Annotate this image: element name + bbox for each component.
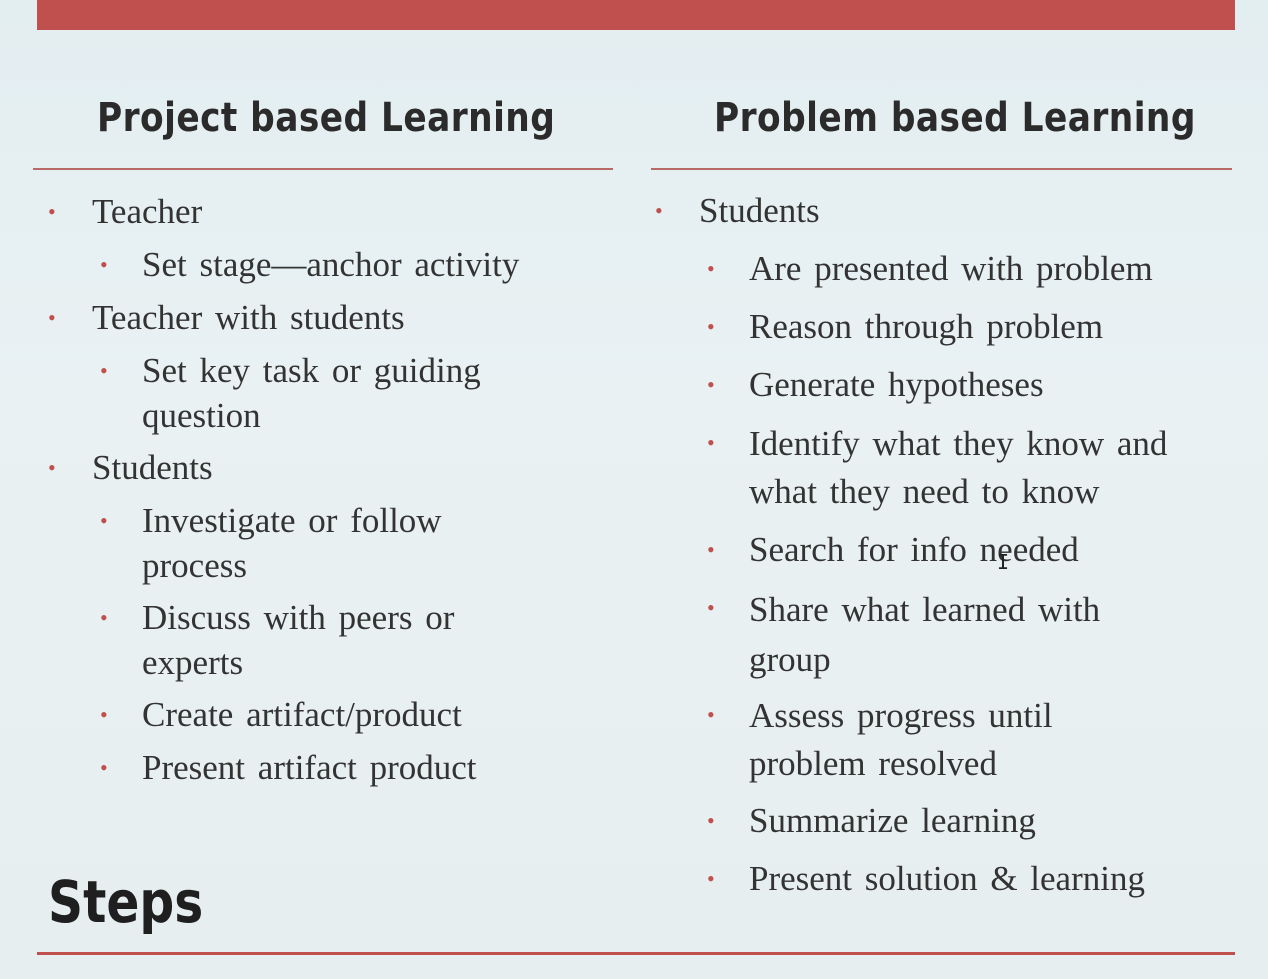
bullet-icon: •	[100, 508, 108, 533]
bullet-icon: •	[48, 455, 56, 480]
list-item-text: Share what learned with group	[749, 590, 1101, 679]
list-item-text: Create artifact/product	[142, 695, 462, 734]
list-item-text: Identify what they know and what they ne…	[749, 424, 1168, 511]
list-item-text: Search for info needed	[749, 530, 1079, 569]
list-item-text: Students	[92, 448, 213, 487]
list-item: • Students	[48, 445, 612, 490]
list-item: • Students	[655, 188, 1219, 233]
list-item: • Generate hypotheses	[707, 362, 1219, 407]
left-heading-divider	[33, 168, 613, 170]
slide-top-bar	[37, 0, 1235, 30]
bullet-icon: •	[100, 358, 108, 383]
list-item-text: Assess progress until problem resolved	[749, 696, 1053, 783]
list-item: • Assess progress until problem resolved	[707, 692, 1149, 788]
bullet-icon: •	[100, 755, 108, 780]
list-item-text: Discuss with peers or experts	[142, 598, 455, 682]
bullet-icon: •	[707, 808, 715, 833]
list-item: • Reason through problem	[707, 304, 1219, 349]
list-item: • Set stage—anchor activity	[100, 242, 602, 287]
list-item: • Teacher	[48, 189, 612, 234]
bullet-icon: •	[100, 605, 108, 630]
list-item: • Discuss with peers or experts	[100, 595, 522, 685]
list-item-text: Set stage—anchor activity	[142, 245, 520, 284]
bullet-icon: •	[707, 372, 715, 397]
list-item-text: Present artifact product	[142, 748, 477, 787]
bullet-icon: •	[100, 252, 108, 277]
list-item: • Are presented with problem	[707, 246, 1219, 291]
bullet-icon: •	[707, 314, 715, 339]
bullet-icon: •	[707, 256, 715, 281]
list-item: • Teacher with students	[48, 295, 612, 340]
list-item-text: Present solution & learning	[749, 859, 1145, 898]
bullet-icon: •	[707, 595, 715, 620]
bullet-icon: •	[707, 537, 715, 562]
list-item: • Summarize learning	[707, 798, 1219, 843]
list-item-text: Teacher	[92, 192, 203, 231]
list-item: • Identify what they know and what they …	[707, 420, 1224, 516]
steps-title: Steps	[48, 868, 204, 936]
list-item: • Share what learned with group	[707, 585, 1169, 685]
bullet-icon: •	[655, 198, 663, 223]
list-item: • Create artifact/product	[100, 692, 602, 737]
bullet-icon: •	[707, 702, 715, 727]
list-item-text: Set key task or guiding question	[142, 351, 481, 435]
list-item-text: Students	[699, 191, 820, 230]
list-item-text: Reason through problem	[749, 307, 1104, 346]
list-item-text: Summarize learning	[749, 801, 1036, 840]
list-item: • Set key task or guiding question	[100, 348, 542, 438]
bullet-icon: •	[707, 866, 715, 891]
list-item-text: Generate hypotheses	[749, 365, 1044, 404]
list-item-text: Are presented with problem	[749, 249, 1153, 288]
project-based-learning-heading: Project based Learning	[97, 95, 556, 141]
text-cursor-icon: I	[997, 550, 1010, 574]
list-item: • Present artifact product	[100, 745, 602, 790]
list-item-text: Teacher with students	[92, 298, 405, 337]
list-item-text: Investigate or follow process	[142, 501, 442, 585]
list-item: • Investigate or follow process	[100, 498, 522, 588]
list-item: • Present solution & learning	[707, 856, 1229, 901]
bullet-icon: •	[707, 430, 715, 455]
list-item: • Search for info needed	[707, 527, 1219, 572]
slide-bottom-rule	[37, 952, 1235, 955]
problem-based-learning-heading: Problem based Learning	[714, 95, 1196, 141]
bullet-icon: •	[48, 305, 56, 330]
bullet-icon: •	[100, 702, 108, 727]
right-heading-divider	[651, 168, 1232, 170]
bullet-icon: •	[48, 199, 56, 224]
